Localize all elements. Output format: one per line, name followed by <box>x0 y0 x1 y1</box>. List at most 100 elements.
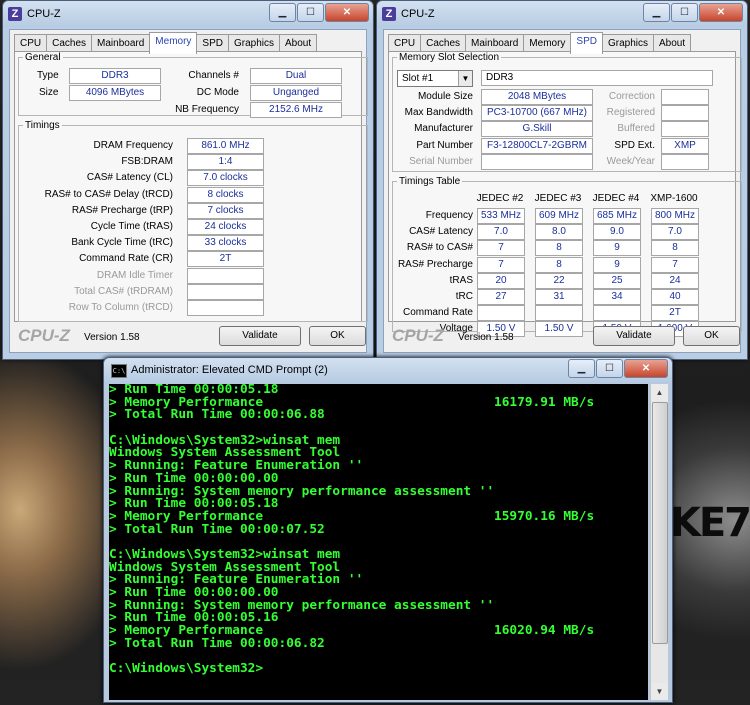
console-line-text: > Total Run Time 00:00:06.82 <box>109 635 325 651</box>
validate-button[interactable]: Validate <box>219 326 301 346</box>
maximize-button[interactable]: ☐ <box>671 3 698 22</box>
title-bar[interactable]: Z CPU-Z ▁ ☐ ✕ <box>3 1 373 27</box>
title-bar[interactable]: C:\ Administrator: Elevated CMD Prompt (… <box>104 358 672 382</box>
cpuz-window-spd[interactable]: Z CPU-Z ▁ ☐ ✕ CPU Caches Mainboard Memory SP… <box>376 0 748 360</box>
maximize-button[interactable]: ☐ <box>596 359 623 378</box>
version-label: Version 1.58 <box>84 332 140 343</box>
timing-label: DRAM Frequency <box>93 140 173 151</box>
desktop-wallpaper-text: KE7 <box>669 500 750 546</box>
slot-info-value: 2048 MBytes <box>481 89 593 105</box>
timings-row-label: RAS# Precharge <box>397 258 473 270</box>
validate-button[interactable]: Validate <box>593 326 675 346</box>
slot-attr-value: XMP <box>661 137 709 154</box>
footer: CPU-Z Version 1.58 Validate OK <box>14 324 366 350</box>
timing-label: FSB:DRAM <box>121 156 173 168</box>
minimize-button[interactable]: ▁ <box>568 359 595 378</box>
slot-info-label: Module Size <box>417 91 473 102</box>
timing-value: 7 clocks <box>187 202 264 219</box>
timing-value <box>187 267 264 284</box>
type-label: Type <box>37 70 59 81</box>
version-label: Version 1.58 <box>458 332 514 343</box>
timings-cell: 609 MHz <box>535 208 583 224</box>
timings-row-label: tRC <box>455 291 473 302</box>
timings-cell <box>477 305 525 322</box>
slot-attr-value <box>661 153 709 170</box>
timings-legend: Timings <box>25 120 60 131</box>
timing-value: 861.0 MHz <box>187 138 264 154</box>
timings-cell: 24 <box>651 272 699 289</box>
slot-type-value: DDR3 <box>481 70 713 86</box>
scroll-up-icon[interactable]: ▲ <box>651 384 668 401</box>
slot-attr-label: Week/Year <box>606 155 655 167</box>
timings-cell: 22 <box>535 272 583 289</box>
timings-cell: 8.0 <box>535 224 583 241</box>
timing-value: 24 clocks <box>187 219 264 235</box>
close-button[interactable]: ✕ <box>699 3 743 22</box>
memory-tab-panel: General Type DDR3 Size 4096 MBytes Chann… <box>14 51 368 322</box>
minimize-button[interactable]: ▁ <box>269 3 296 22</box>
timing-label: RAS# to CAS# Delay (tRCD) <box>44 188 173 200</box>
timings-cell: 8 <box>535 240 583 257</box>
channels-label: Channels # <box>188 70 239 81</box>
tab-memory[interactable]: Memory <box>149 32 198 54</box>
slot-info-label: Serial Number <box>409 155 473 167</box>
footer: CPU-Z Version 1.58 Validate OK <box>388 324 740 350</box>
memory-slot-legend: Memory Slot Selection <box>399 52 500 63</box>
slot-attr-value <box>661 121 709 138</box>
timings-cell <box>593 305 641 322</box>
window-title: CPU-Z <box>27 8 61 20</box>
timings-column-header: JEDEC #2 <box>476 193 524 204</box>
minimize-button[interactable]: ▁ <box>643 3 670 22</box>
slot-select[interactable]: Slot #1 ▼ <box>397 70 473 87</box>
title-bar[interactable]: Z CPU-Z ▁ ☐ ✕ <box>377 1 747 27</box>
nbfreq-label: NB Frequency <box>175 104 239 115</box>
slot-attr-value <box>661 105 709 122</box>
timings-cell: 7.0 <box>477 224 525 241</box>
vertical-scrollbar[interactable]: ▲ ▼ <box>650 384 668 700</box>
console-line: > Total Run Time 00:00:06.88 <box>109 408 648 422</box>
ok-button[interactable]: OK <box>309 326 366 346</box>
console-line-value: 15970.16 MB/s <box>494 508 595 524</box>
ok-button[interactable]: OK <box>683 326 740 346</box>
timing-value: 1:4 <box>187 154 264 171</box>
timings-cell: 7 <box>651 256 699 273</box>
channels-value: Dual <box>250 68 342 84</box>
cpuz-app-icon: Z <box>382 7 396 21</box>
slot-info-label: Part Number <box>416 139 473 151</box>
scrollbar-thumb[interactable] <box>652 402 668 644</box>
timing-label: Cycle Time (tRAS) <box>90 221 173 232</box>
console-line: > Total Run Time 00:00:06.82 <box>109 635 648 651</box>
dcmode-value: Unganged <box>250 85 342 101</box>
cpuz-window-memory[interactable]: Z CPU-Z ▁ ☐ ✕ CPU Caches Mainboard Memory SP… <box>2 0 374 360</box>
timings-cell: 8 <box>535 256 583 273</box>
timing-label: CAS# Latency (CL) <box>86 172 173 184</box>
timings-row-label: RAS# to CAS# <box>406 242 473 254</box>
nbfreq-value: 2152.6 MHz <box>250 102 342 118</box>
slot-info-label: Max Bandwidth <box>404 107 473 119</box>
console-output[interactable]: > Run Time 00:00:05.18 > Memory Performan… <box>109 384 648 700</box>
slot-info-value <box>481 153 593 170</box>
spd-tab-panel: Memory Slot Selection Slot #1 ▼ DDR3 Mod… <box>388 51 742 338</box>
timings-row-label: Frequency <box>425 210 473 221</box>
console-line-value: 16020.94 MB/s <box>494 623 595 639</box>
console-line-text: > Total Run Time 00:00:07.52 <box>109 521 325 537</box>
timings-cell: 7 <box>477 240 525 257</box>
console-line: > Total Run Time 00:00:07.52 <box>109 521 648 537</box>
timings-row-label: CAS# Latency <box>409 226 473 238</box>
scroll-down-icon[interactable]: ▼ <box>651 683 668 700</box>
close-button[interactable]: ✕ <box>325 3 369 22</box>
timings-cell: 25 <box>593 272 641 289</box>
cmd-app-icon: C:\ <box>111 364 127 378</box>
cmd-window[interactable]: C:\ Administrator: Elevated CMD Prompt (… <box>103 357 673 703</box>
tab-spd[interactable]: SPD <box>570 32 603 54</box>
timing-label: DRAM Idle Timer <box>96 269 173 281</box>
timings-table-legend: Timings Table <box>399 176 461 187</box>
slot-attr-label: Registered <box>606 107 655 119</box>
maximize-button[interactable]: ☐ <box>297 3 324 22</box>
timings-column-header: JEDEC #4 <box>592 193 640 204</box>
timings-cell: 9 <box>593 256 641 273</box>
chevron-down-icon[interactable]: ▼ <box>458 71 472 86</box>
slot-info-label: Manufacturer <box>414 123 473 135</box>
close-button[interactable]: ✕ <box>624 359 668 378</box>
timing-label: Command Rate (CR) <box>79 253 173 265</box>
